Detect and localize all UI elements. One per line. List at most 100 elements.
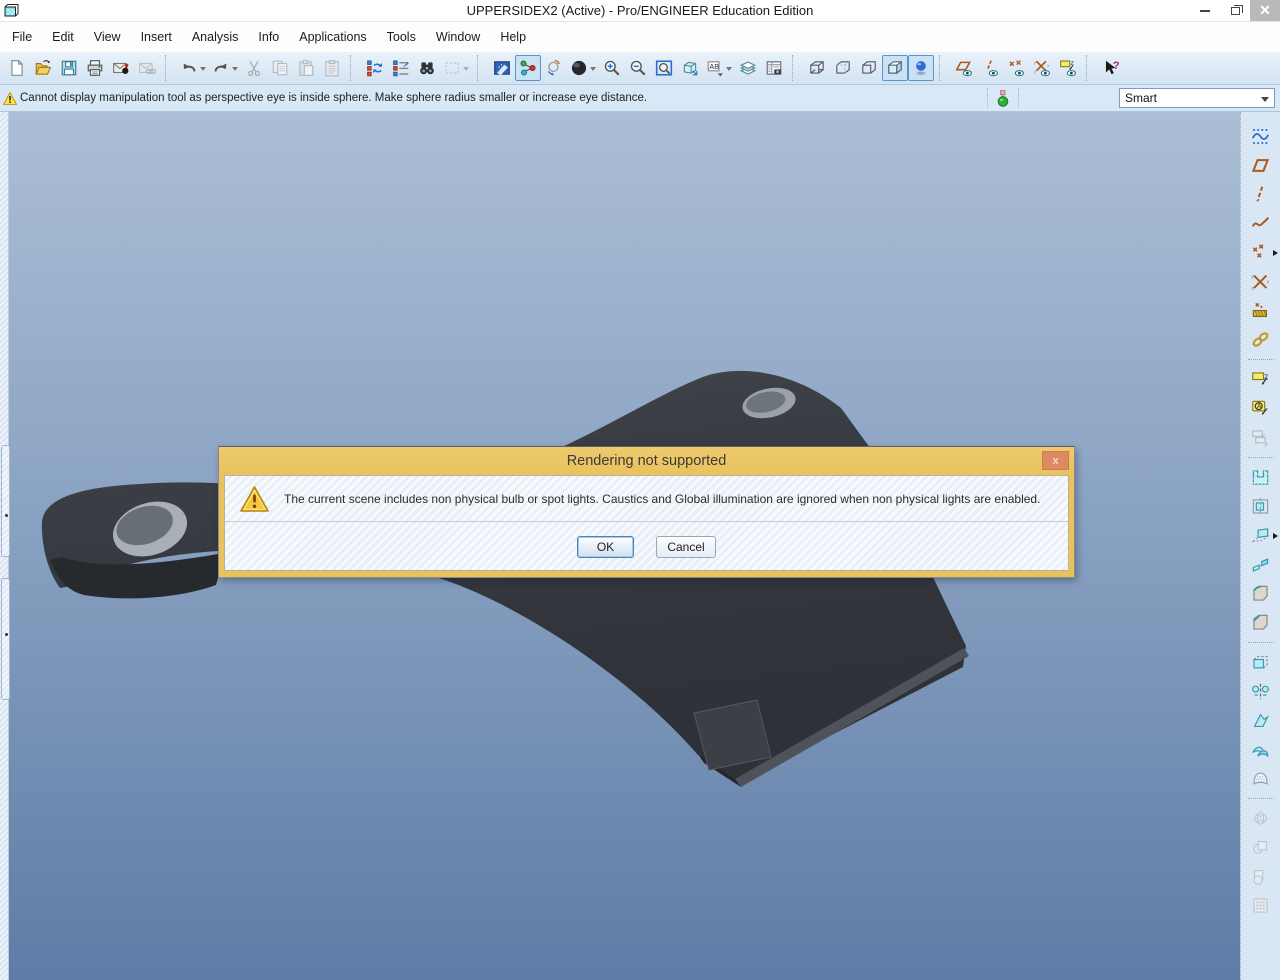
minimize-button[interactable] — [1190, 0, 1220, 21]
datum-plane-tool-icon — [1251, 156, 1270, 175]
menu-item-applications[interactable]: Applications — [289, 26, 376, 48]
menu-item-insert[interactable]: Insert — [131, 26, 182, 48]
datum-axis-display-icon — [981, 59, 999, 77]
csys-tool-button[interactable]: y z x — [1246, 268, 1276, 295]
extrude-surface-tool-button[interactable] — [1246, 649, 1276, 676]
datum-point-tool-flyout[interactable] — [1272, 250, 1280, 256]
undo-dropdown[interactable] — [200, 66, 206, 74]
menu-item-view[interactable]: View — [84, 26, 131, 48]
zoom-in-button[interactable] — [599, 55, 625, 81]
print-button[interactable] — [82, 55, 108, 81]
mirror-tool-button[interactable] — [1246, 678, 1276, 705]
spin-center-button[interactable] — [515, 55, 541, 81]
sweep-tool-button[interactable] — [1246, 522, 1278, 549]
context-help-button[interactable]: ? — [1098, 55, 1124, 81]
regenerate-button[interactable] — [362, 55, 388, 81]
pattern-tool-button — [1246, 892, 1276, 919]
sweep-tool-flyout[interactable] — [1272, 533, 1280, 539]
redo-dropdown[interactable] — [232, 66, 238, 74]
cube-shaded-button[interactable] — [882, 55, 908, 81]
find-button[interactable] — [414, 55, 440, 81]
saved-views-dropdown[interactable] — [726, 66, 732, 74]
datum-plane-display-button[interactable] — [951, 55, 977, 81]
datum-plane-tool-button[interactable] — [1246, 152, 1276, 179]
menu-item-help[interactable]: Help — [490, 26, 536, 48]
datum-point-tool-button[interactable] — [1246, 239, 1278, 266]
csys-display-button[interactable]: yzx — [1029, 55, 1055, 81]
dialog-close-button[interactable]: x — [1042, 451, 1069, 470]
shaded-sphere-button[interactable] — [567, 55, 599, 81]
chamfer-tool-button[interactable] — [1246, 609, 1276, 636]
svg-text:y: y — [1034, 60, 1037, 65]
sketch-tool-button[interactable] — [1246, 297, 1276, 324]
style-tool-button[interactable] — [1246, 123, 1276, 150]
merge-tool-button[interactable] — [1246, 736, 1276, 763]
menu-item-tools[interactable]: Tools — [377, 26, 426, 48]
round-tool-button[interactable] — [1246, 580, 1276, 607]
cube-no-hidden-button[interactable] — [856, 55, 882, 81]
zoom-out-icon — [629, 59, 647, 77]
annotation-tool-button[interactable]: Z — [1246, 366, 1276, 393]
enhanced-realism-button[interactable] — [908, 55, 934, 81]
light-status-icon[interactable] — [996, 89, 1010, 107]
pattern-surface-tool-button[interactable] — [1246, 765, 1276, 792]
mirror-tool-icon — [1251, 682, 1270, 701]
send-mail-button[interactable] — [108, 55, 134, 81]
zoom-fit-button[interactable] — [651, 55, 677, 81]
custom-regenerate-button[interactable] — [388, 55, 414, 81]
undo-button[interactable] — [177, 55, 209, 81]
3d-viewport[interactable]: Rendering not supported x The current sc… — [0, 112, 1240, 980]
menu-item-edit[interactable]: Edit — [42, 26, 84, 48]
layers-button[interactable] — [735, 55, 761, 81]
redraw-button[interactable] — [489, 55, 515, 81]
menu-item-file[interactable]: File — [2, 26, 42, 48]
annotation-display-button[interactable]: Z — [1055, 55, 1081, 81]
copy-geometry-tool-button[interactable] — [1246, 326, 1276, 353]
spin-center-icon — [519, 59, 537, 77]
close-button[interactable]: ✕ — [1250, 0, 1280, 21]
datum-axis-tool-button[interactable] — [1246, 181, 1276, 208]
zoom-out-button[interactable] — [625, 55, 651, 81]
context-help-icon: ? — [1102, 59, 1120, 77]
shaded-sphere-dropdown[interactable] — [590, 66, 596, 74]
open-file-button[interactable] — [30, 55, 56, 81]
save-file-button[interactable] — [56, 55, 82, 81]
cut-icon — [245, 59, 263, 77]
saved-views-button[interactable]: AB — [703, 55, 735, 81]
svg-text:z: z — [1251, 286, 1254, 291]
paste-special-icon — [323, 59, 341, 77]
blend-tool-button[interactable] — [1246, 551, 1276, 578]
annotation-feature-tool-button[interactable]: A — [1246, 395, 1276, 422]
cancel-button[interactable]: Cancel — [656, 535, 716, 558]
cube-hidden-line-button[interactable] — [830, 55, 856, 81]
reorient-button[interactable] — [677, 55, 703, 81]
datum-point-display-button[interactable] — [1003, 55, 1029, 81]
trim-tool-button[interactable] — [1246, 707, 1276, 734]
ok-button[interactable]: OK — [577, 535, 634, 558]
browser-sash-tab[interactable] — [1, 578, 10, 700]
select-box-dropdown[interactable] — [463, 66, 469, 74]
layers-icon — [739, 59, 757, 77]
redo-button[interactable] — [209, 55, 241, 81]
merge-tool-icon — [1251, 740, 1270, 759]
navigator-sash-tab[interactable] — [1, 445, 10, 557]
view-manager-button[interactable] — [761, 55, 787, 81]
datum-axis-display-button[interactable] — [977, 55, 1003, 81]
zoom-in-icon — [603, 59, 621, 77]
new-file-button[interactable] — [4, 55, 30, 81]
redraw-icon — [493, 59, 511, 77]
restore-button[interactable] — [1220, 0, 1250, 21]
blend-tool-icon — [1251, 555, 1270, 574]
round-tool-icon — [1251, 584, 1270, 603]
extrude-tool-button[interactable] — [1246, 464, 1276, 491]
toolbar-separator — [1086, 55, 1094, 81]
orient-mode-button[interactable] — [541, 55, 567, 81]
menu-item-analysis[interactable]: Analysis — [182, 26, 249, 48]
datum-curve-tool-button[interactable] — [1246, 210, 1276, 237]
revolve-tool-button[interactable] — [1246, 493, 1276, 520]
menu-item-info[interactable]: Info — [248, 26, 289, 48]
selection-filter-combobox[interactable]: Smart — [1119, 88, 1275, 108]
cube-wireframe-button[interactable] — [804, 55, 830, 81]
menu-item-window[interactable]: Window — [426, 26, 490, 48]
sweep-tool-icon — [1251, 526, 1270, 545]
